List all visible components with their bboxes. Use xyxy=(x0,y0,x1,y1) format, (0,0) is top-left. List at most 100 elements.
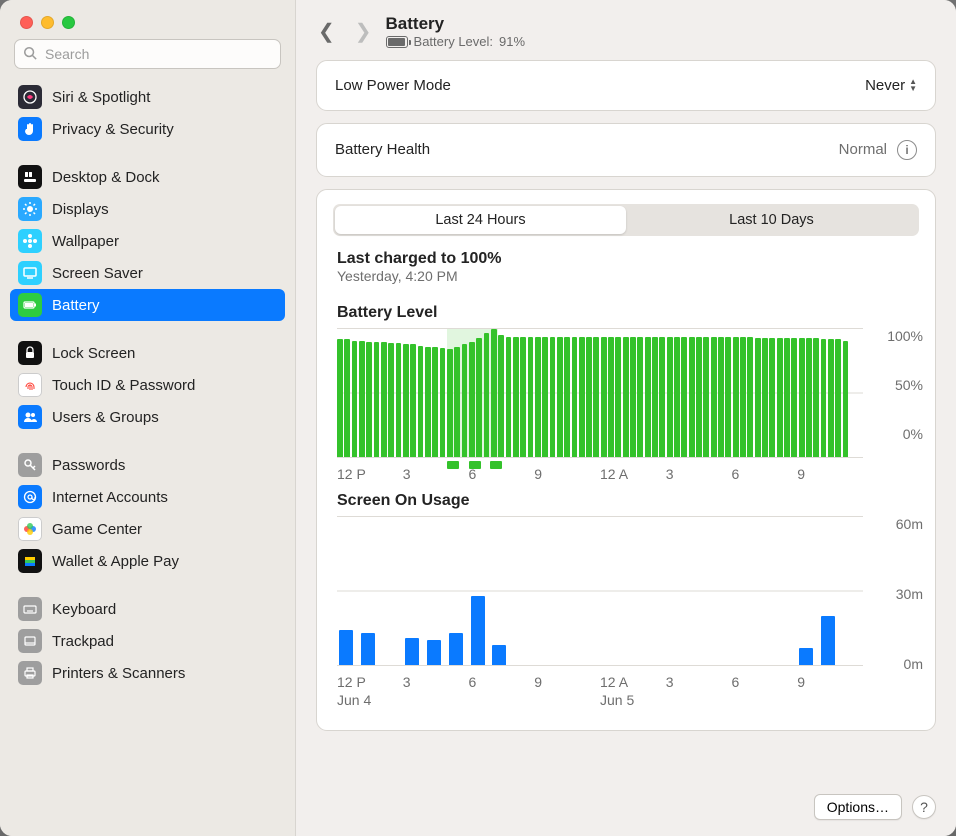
sidebar-item-touch-id-password[interactable]: Touch ID & Password xyxy=(10,369,285,401)
last-charged-block: Last charged to 100% Yesterday, 4:20 PM xyxy=(329,248,923,294)
battery-level-bar xyxy=(623,337,629,457)
sidebar-item-displays[interactable]: Displays xyxy=(10,193,285,225)
battery-level-bar xyxy=(703,337,709,457)
sidebar-item-label: Game Center xyxy=(52,521,142,538)
sidebar-item-keyboard[interactable]: Keyboard xyxy=(10,593,285,625)
search-input[interactable] xyxy=(43,45,272,63)
battery-level-bar xyxy=(352,341,358,457)
battery-level-bar xyxy=(557,337,563,457)
battery-level-bar xyxy=(432,347,438,457)
sidebar-item-battery[interactable]: Battery xyxy=(10,289,285,321)
battery-level-bar xyxy=(381,342,387,457)
hand-icon xyxy=(18,117,42,141)
nav-forward-button[interactable]: ❯ xyxy=(355,22,372,42)
keyboard-icon xyxy=(18,597,42,621)
sidebar-item-label: Desktop & Dock xyxy=(52,169,160,186)
battery-level-bar xyxy=(777,338,783,457)
last-charged-heading: Last charged to 100% xyxy=(337,250,915,268)
battery-level-bar xyxy=(791,338,797,457)
sidebar-item-label: Siri & Spotlight xyxy=(52,89,150,106)
battery-level-bar xyxy=(799,338,805,457)
battery-health-info-button[interactable]: i xyxy=(897,140,917,160)
last-charged-timestamp: Yesterday, 4:20 PM xyxy=(337,268,915,284)
main-pane: ❮ ❯ Battery Battery Level: 91% Low Power… xyxy=(296,0,956,836)
sidebar-list: Siri & Spotlight Privacy & Security Deskto… xyxy=(0,77,295,836)
battery-level-bar xyxy=(733,337,739,457)
sidebar-item-game-center[interactable]: Game Center xyxy=(10,513,285,545)
search-field[interactable] xyxy=(14,39,281,69)
sidebar-item-desktop-dock[interactable]: Desktop & Dock xyxy=(10,161,285,193)
close-window-button[interactable] xyxy=(20,16,33,29)
battery-level-bar xyxy=(615,337,621,457)
sidebar-item-label: Battery xyxy=(52,297,100,314)
battery-level-bar xyxy=(506,337,512,457)
tab-last-10-days[interactable]: Last 10 Days xyxy=(626,206,917,234)
sidebar-item-lock-screen[interactable]: Lock Screen xyxy=(10,337,285,369)
battery-level-bar xyxy=(535,337,541,457)
battery-level-value: 91% xyxy=(499,34,525,50)
nav-arrows: ❮ ❯ xyxy=(318,22,372,42)
sidebar-item-trackpad[interactable]: Trackpad xyxy=(10,625,285,657)
battery-level-bar xyxy=(813,338,819,457)
screen-on-bar xyxy=(492,645,506,665)
battery-level-bar xyxy=(403,344,409,457)
help-button[interactable]: ? xyxy=(912,795,936,819)
sidebar-item-label: Trackpad xyxy=(52,633,114,650)
low-power-mode-popup[interactable]: Never ▲▼ xyxy=(865,77,917,94)
page-title: Battery xyxy=(386,14,526,34)
battery-level-bar xyxy=(630,337,636,457)
screen-on-bar xyxy=(405,638,419,665)
options-button[interactable]: Options… xyxy=(814,794,902,820)
sidebar-item-wallpaper[interactable]: Wallpaper xyxy=(10,225,285,257)
sidebar-item-label: Wallpaper xyxy=(52,233,119,250)
minimize-window-button[interactable] xyxy=(41,16,54,29)
popup-chevron-icon: ▲▼ xyxy=(909,78,917,92)
tab-last-24-hours[interactable]: Last 24 Hours xyxy=(335,206,626,234)
battery-level-bar xyxy=(821,339,827,457)
battery-level-chart: Battery Level 100%50%0% 12 P36912 A369 xyxy=(329,294,923,482)
time-range-segmented: Last 24 Hours Last 10 Days xyxy=(333,204,919,236)
key-icon xyxy=(18,453,42,477)
battery-level-bar xyxy=(359,341,365,457)
battery-level-bar xyxy=(740,337,746,457)
sidebar-item-privacy-security[interactable]: Privacy & Security xyxy=(10,113,285,145)
sidebar-item-printers-scanners[interactable]: Printers & Scanners xyxy=(10,657,285,689)
battery-level-bar xyxy=(374,342,380,457)
sidebar-item-label: Passwords xyxy=(52,457,125,474)
sidebar-item-screen-saver[interactable]: Screen Saver xyxy=(10,257,285,289)
trackpad-icon xyxy=(18,629,42,653)
sidebar-item-siri-spotlight[interactable]: Siri & Spotlight xyxy=(10,81,285,113)
sidebar-item-wallet-apple-pay[interactable]: Wallet & Apple Pay xyxy=(10,545,285,577)
fingerprint-icon xyxy=(18,373,42,397)
users-icon xyxy=(18,405,42,429)
sidebar-item-internet-accounts[interactable]: Internet Accounts xyxy=(10,481,285,513)
battery-level-bar xyxy=(755,338,761,457)
sidebar-item-passwords[interactable]: Passwords xyxy=(10,449,285,481)
battery-health-label: Battery Health xyxy=(335,141,430,158)
zoom-window-button[interactable] xyxy=(62,16,75,29)
header: ❮ ❯ Battery Battery Level: 91% xyxy=(296,0,956,60)
screen-on-bar xyxy=(449,633,463,665)
subtitle-prefix: Battery Level: xyxy=(414,34,494,50)
battery-level-bar xyxy=(337,339,343,457)
usage-card: Last 24 Hours Last 10 Days Last charged … xyxy=(316,189,936,731)
battery-level-bar xyxy=(689,337,695,457)
battery-level-bar xyxy=(601,337,607,457)
nav-back-button[interactable]: ❮ xyxy=(318,22,335,42)
battery-level-bar xyxy=(550,337,556,457)
sidebar-item-label: Keyboard xyxy=(52,601,116,618)
screen-on-bar xyxy=(339,630,353,665)
battery-level-bar xyxy=(711,337,717,457)
screen-on-date-row: Jun 4Jun 5 xyxy=(337,692,863,712)
sidebar-item-users-groups[interactable]: Users & Groups xyxy=(10,401,285,433)
battery-level-bar xyxy=(725,337,731,457)
battery-level-bar xyxy=(579,337,585,457)
screen-on-y-labels: 60m30m0m xyxy=(867,516,923,672)
sidebar-item-label: Privacy & Security xyxy=(52,121,174,138)
screen-on-bar xyxy=(821,616,835,665)
screen-on-bar xyxy=(471,596,485,665)
sidebar-item-label: Users & Groups xyxy=(52,409,159,426)
lock-icon xyxy=(18,341,42,365)
battery-health-value: Normal xyxy=(839,141,887,158)
battery-level-bar xyxy=(652,337,658,457)
